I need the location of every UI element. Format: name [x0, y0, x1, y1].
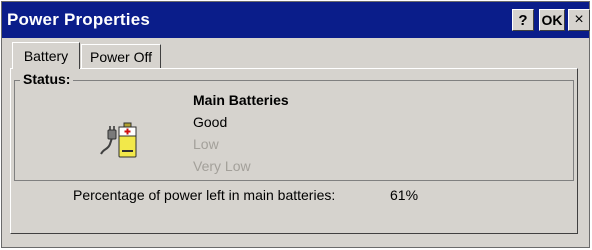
- level-low: Low: [193, 136, 219, 152]
- ok-button[interactable]: OK: [539, 9, 565, 31]
- battery-icon: [98, 118, 142, 160]
- help-button[interactable]: ?: [512, 9, 534, 31]
- window-title: Power Properties: [7, 10, 151, 29]
- battery-plug-icon: [100, 122, 137, 158]
- tab-battery[interactable]: Battery: [12, 42, 80, 69]
- percentage-label: Percentage of power left in main batteri…: [73, 187, 336, 203]
- title-bar[interactable]: Power Properties ? OK ×: [2, 2, 590, 38]
- level-very-low: Very Low: [193, 158, 251, 174]
- level-good: Good: [193, 114, 228, 130]
- close-button[interactable]: ×: [568, 9, 590, 31]
- status-group-label: Status:: [20, 71, 74, 87]
- main-batteries-heading: Main Batteries: [193, 92, 289, 108]
- tab-power-off[interactable]: Power Off: [81, 44, 161, 68]
- percentage-value: 61%: [390, 187, 419, 203]
